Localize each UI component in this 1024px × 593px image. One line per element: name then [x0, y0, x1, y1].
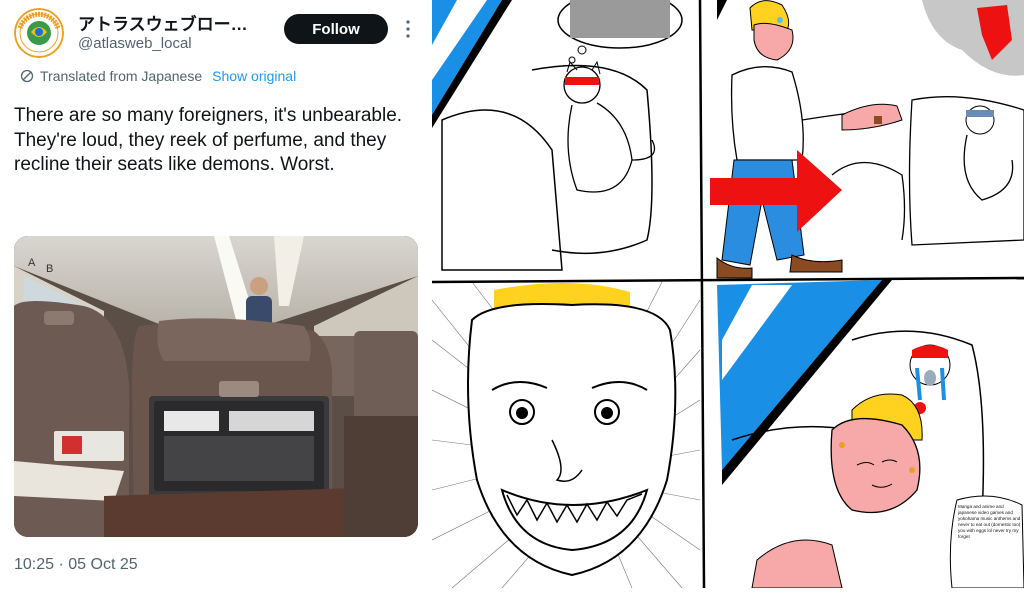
tweet-timestamp[interactable]: 10:25 · 05 Oct 25 [14, 556, 138, 574]
comic-panel-4: Manga and anime and japanese video games… [717, 280, 1024, 589]
translated-label: Translated from Japanese [40, 68, 203, 84]
photo-sign-b: B [46, 263, 53, 275]
comic-panel-2 [710, 0, 1024, 279]
follow-button[interactable]: Follow [284, 14, 388, 44]
user-handle[interactable]: @atlasweb_local [78, 35, 192, 52]
tweet-text: There are so many foreigners, it's unbea… [14, 105, 403, 175]
translation-bar: Translated from Japanese Show original [20, 68, 296, 84]
show-original-link[interactable]: Show original [212, 68, 296, 84]
panel4-note-text: Manga and anime and japanese video games… [958, 504, 1021, 539]
display-name[interactable]: アトラスウェブロー… [78, 10, 248, 35]
avatar[interactable] [14, 8, 64, 58]
tweet-photo[interactable]: A B [14, 236, 418, 537]
more-dots-icon[interactable] [401, 18, 415, 40]
translate-icon [20, 69, 34, 83]
comic-image: Manga and anime and japanese video games… [431, 0, 1024, 589]
tweet-card: アトラスウェブロー… @atlasweb_local Follow Transl… [0, 0, 432, 588]
comic-panel-1 [432, 0, 683, 271]
photo-sign-a: A [28, 257, 36, 269]
comic-panel-3 [431, 281, 701, 589]
